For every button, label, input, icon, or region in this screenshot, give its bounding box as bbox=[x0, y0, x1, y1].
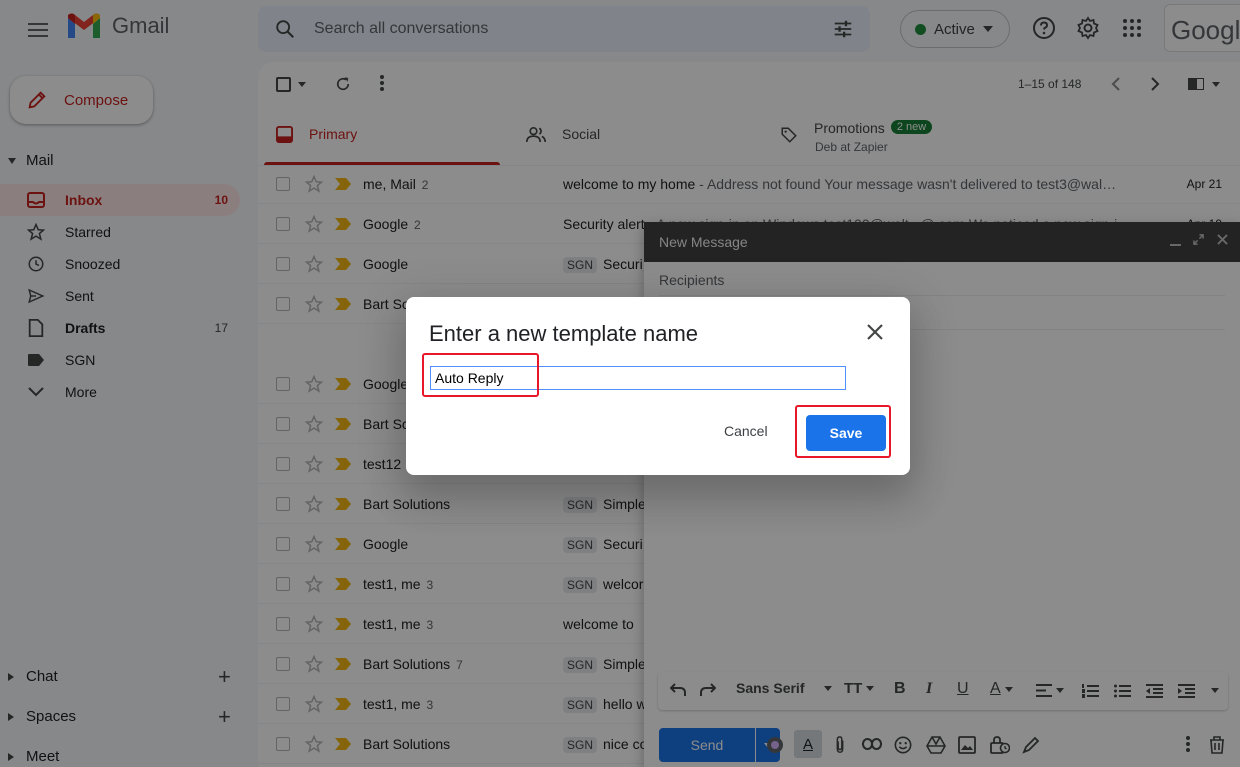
annotation-highlight-input bbox=[422, 353, 539, 397]
close-icon[interactable] bbox=[864, 321, 886, 343]
dialog-title: Enter a new template name bbox=[429, 321, 699, 346]
annotation-highlight-save bbox=[795, 405, 891, 458]
cancel-button[interactable]: Cancel bbox=[724, 423, 768, 439]
